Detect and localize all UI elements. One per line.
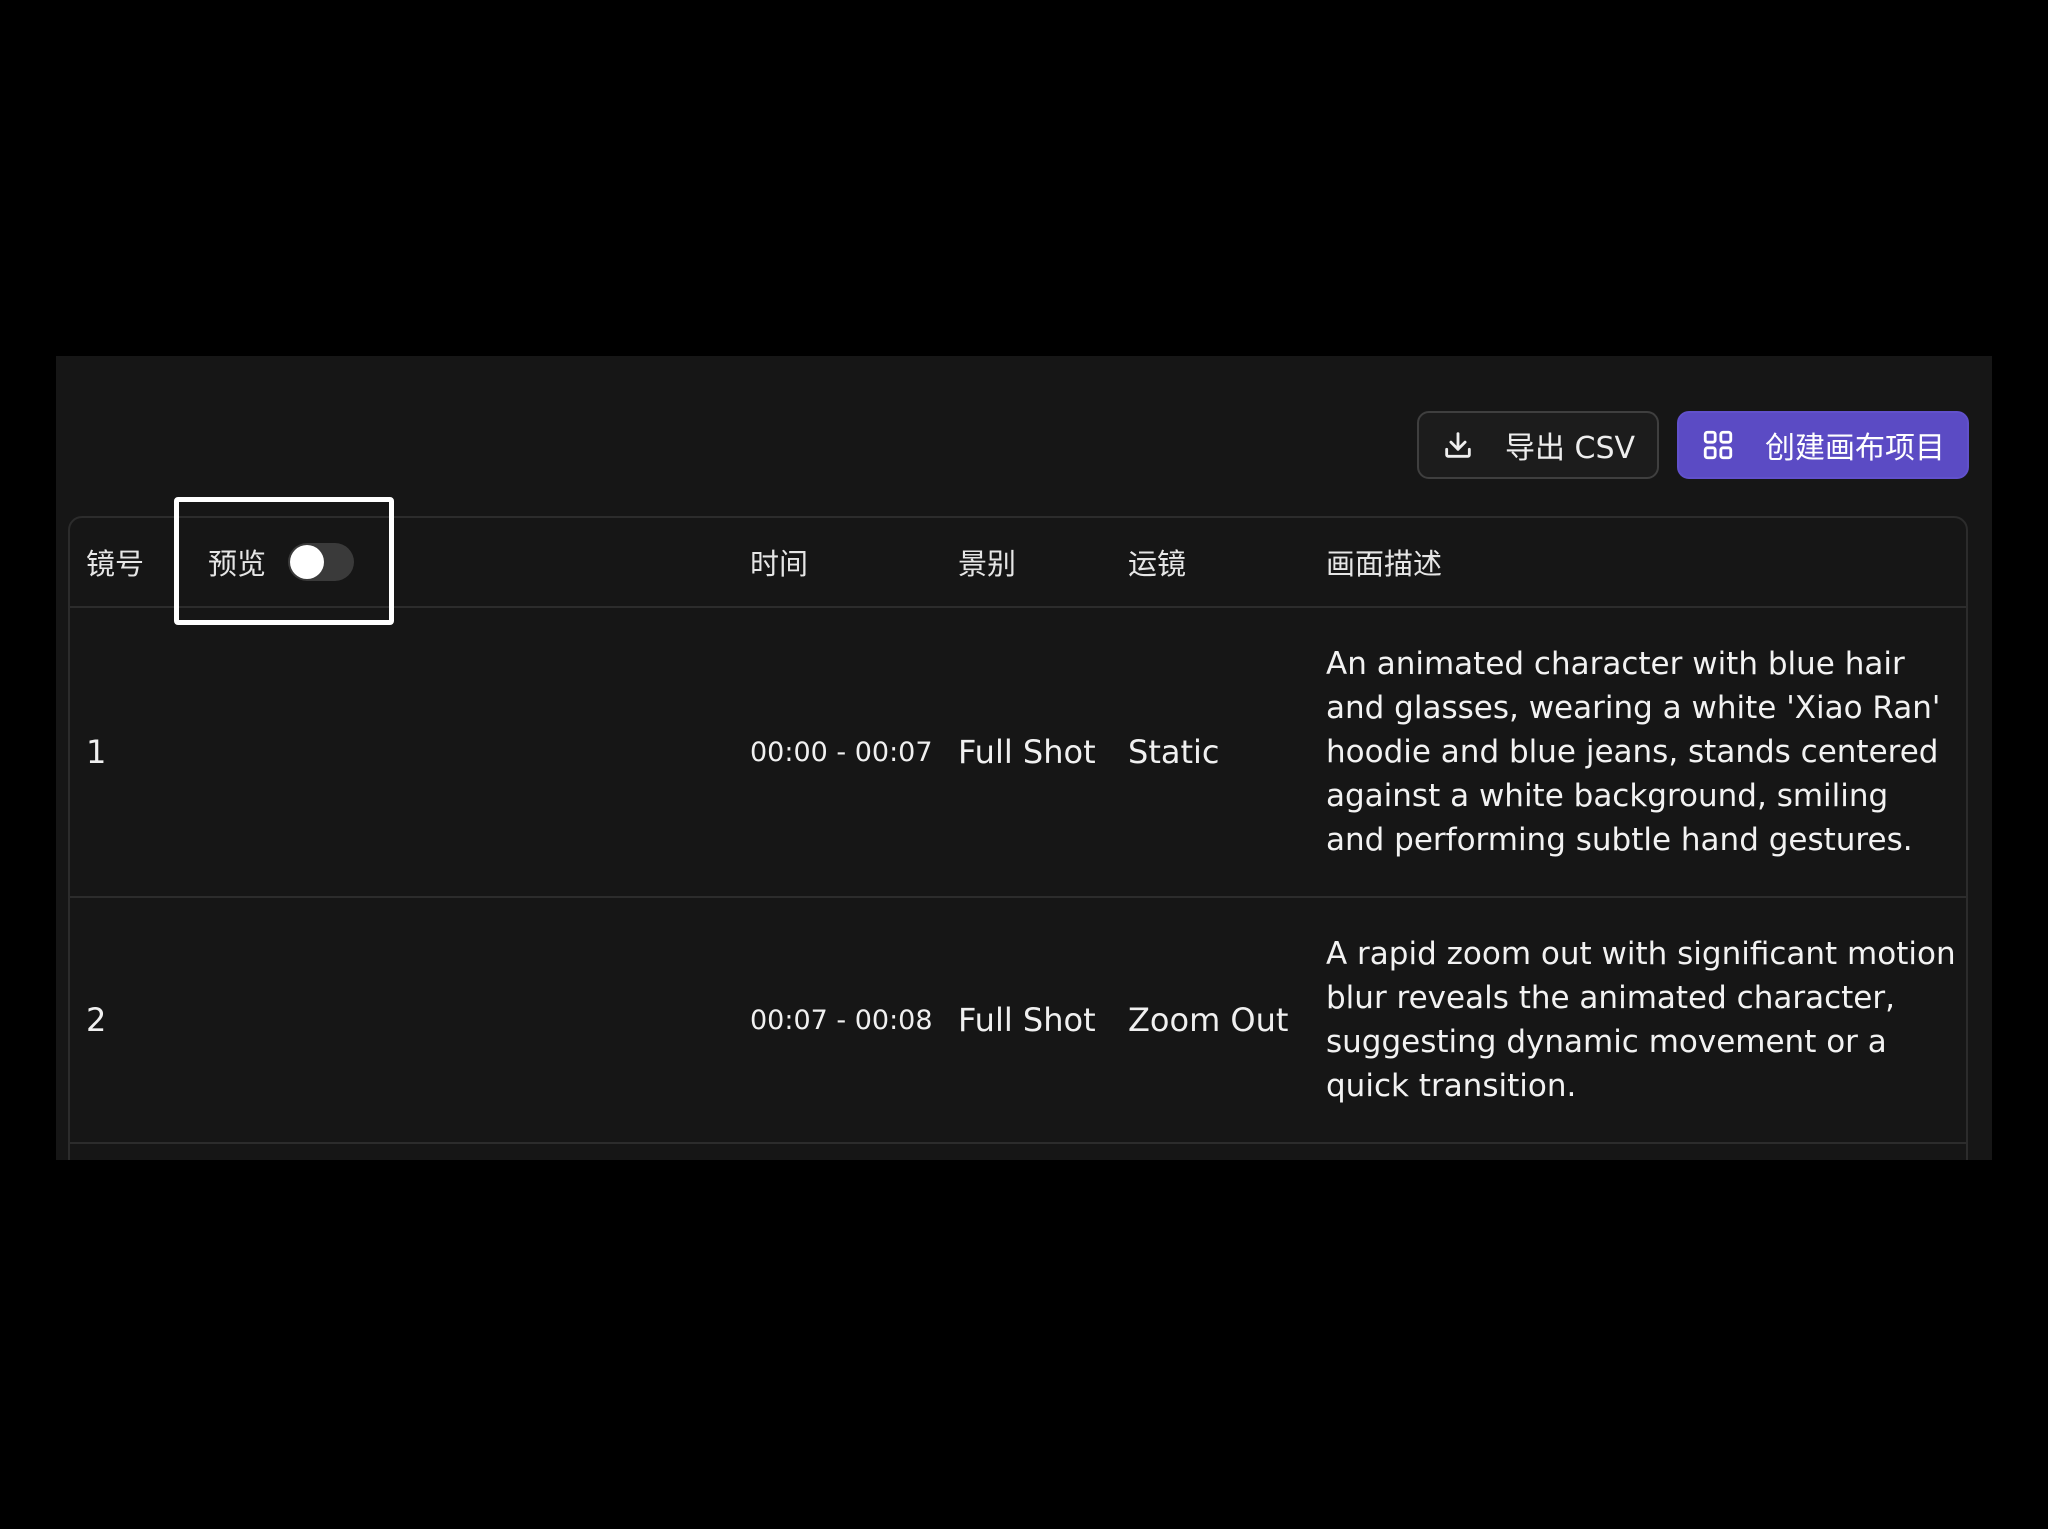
camera-move: Static [1128, 733, 1220, 771]
shot-description: An animated character with blue hair and… [1326, 608, 1956, 896]
shot-description-text: An animated character with blue hair and… [1326, 646, 1941, 858]
header-shot-size: 景别 [958, 547, 1017, 581]
header-description: 画面描述 [1326, 547, 1443, 581]
toolbar: 导出 CSV 创建画布项目 [1417, 411, 1969, 479]
camera-move: Zoom Out [1128, 1001, 1289, 1039]
shot-description: A rapid zoom out with significant motion… [1326, 898, 1956, 1142]
create-canvas-project-label: 创建画布项目 [1765, 431, 1945, 466]
storyboard-table: 镜号 预览 时间 景别 运镜 画面描述 1 00:00 - 00:07 Full… [68, 516, 1968, 1160]
header-camera-move: 运镜 [1128, 547, 1187, 581]
shot-number: 1 [86, 733, 107, 771]
storyboard-panel: 导出 CSV 创建画布项目 镜号 预览 时间 景别 运镜 画面描述 1 00:0… [56, 356, 1992, 1160]
export-csv-label: 导出 CSV [1505, 431, 1636, 466]
preview-toggle-knob [290, 545, 325, 579]
shot-description-text: A rapid zoom out with significant motion… [1326, 936, 1956, 1104]
preview-label: 预览 [208, 547, 267, 581]
download-icon [1441, 428, 1475, 462]
table-row[interactable]: 2 00:07 - 00:08 Full Shot Zoom Out A rap… [70, 898, 1966, 1144]
create-canvas-project-button[interactable]: 创建画布项目 [1677, 411, 1969, 479]
shot-time: 00:00 - 00:07 [750, 736, 933, 768]
shot-time: 00:07 - 00:08 [750, 1004, 933, 1036]
header-preview: 预览 [208, 518, 368, 606]
grid-icon [1701, 428, 1735, 462]
shot-number: 2 [86, 1001, 107, 1039]
export-csv-button[interactable]: 导出 CSV [1417, 411, 1659, 479]
header-shot-no: 镜号 [86, 547, 145, 581]
shot-size: Full Shot [958, 733, 1096, 771]
table-header-row: 镜号 预览 时间 景别 运镜 画面描述 [70, 518, 1966, 608]
header-time: 时间 [750, 547, 809, 581]
table-row[interactable]: 1 00:00 - 00:07 Full Shot Static An anim… [70, 608, 1966, 898]
preview-toggle[interactable] [288, 543, 355, 581]
shot-size: Full Shot [958, 1001, 1096, 1039]
